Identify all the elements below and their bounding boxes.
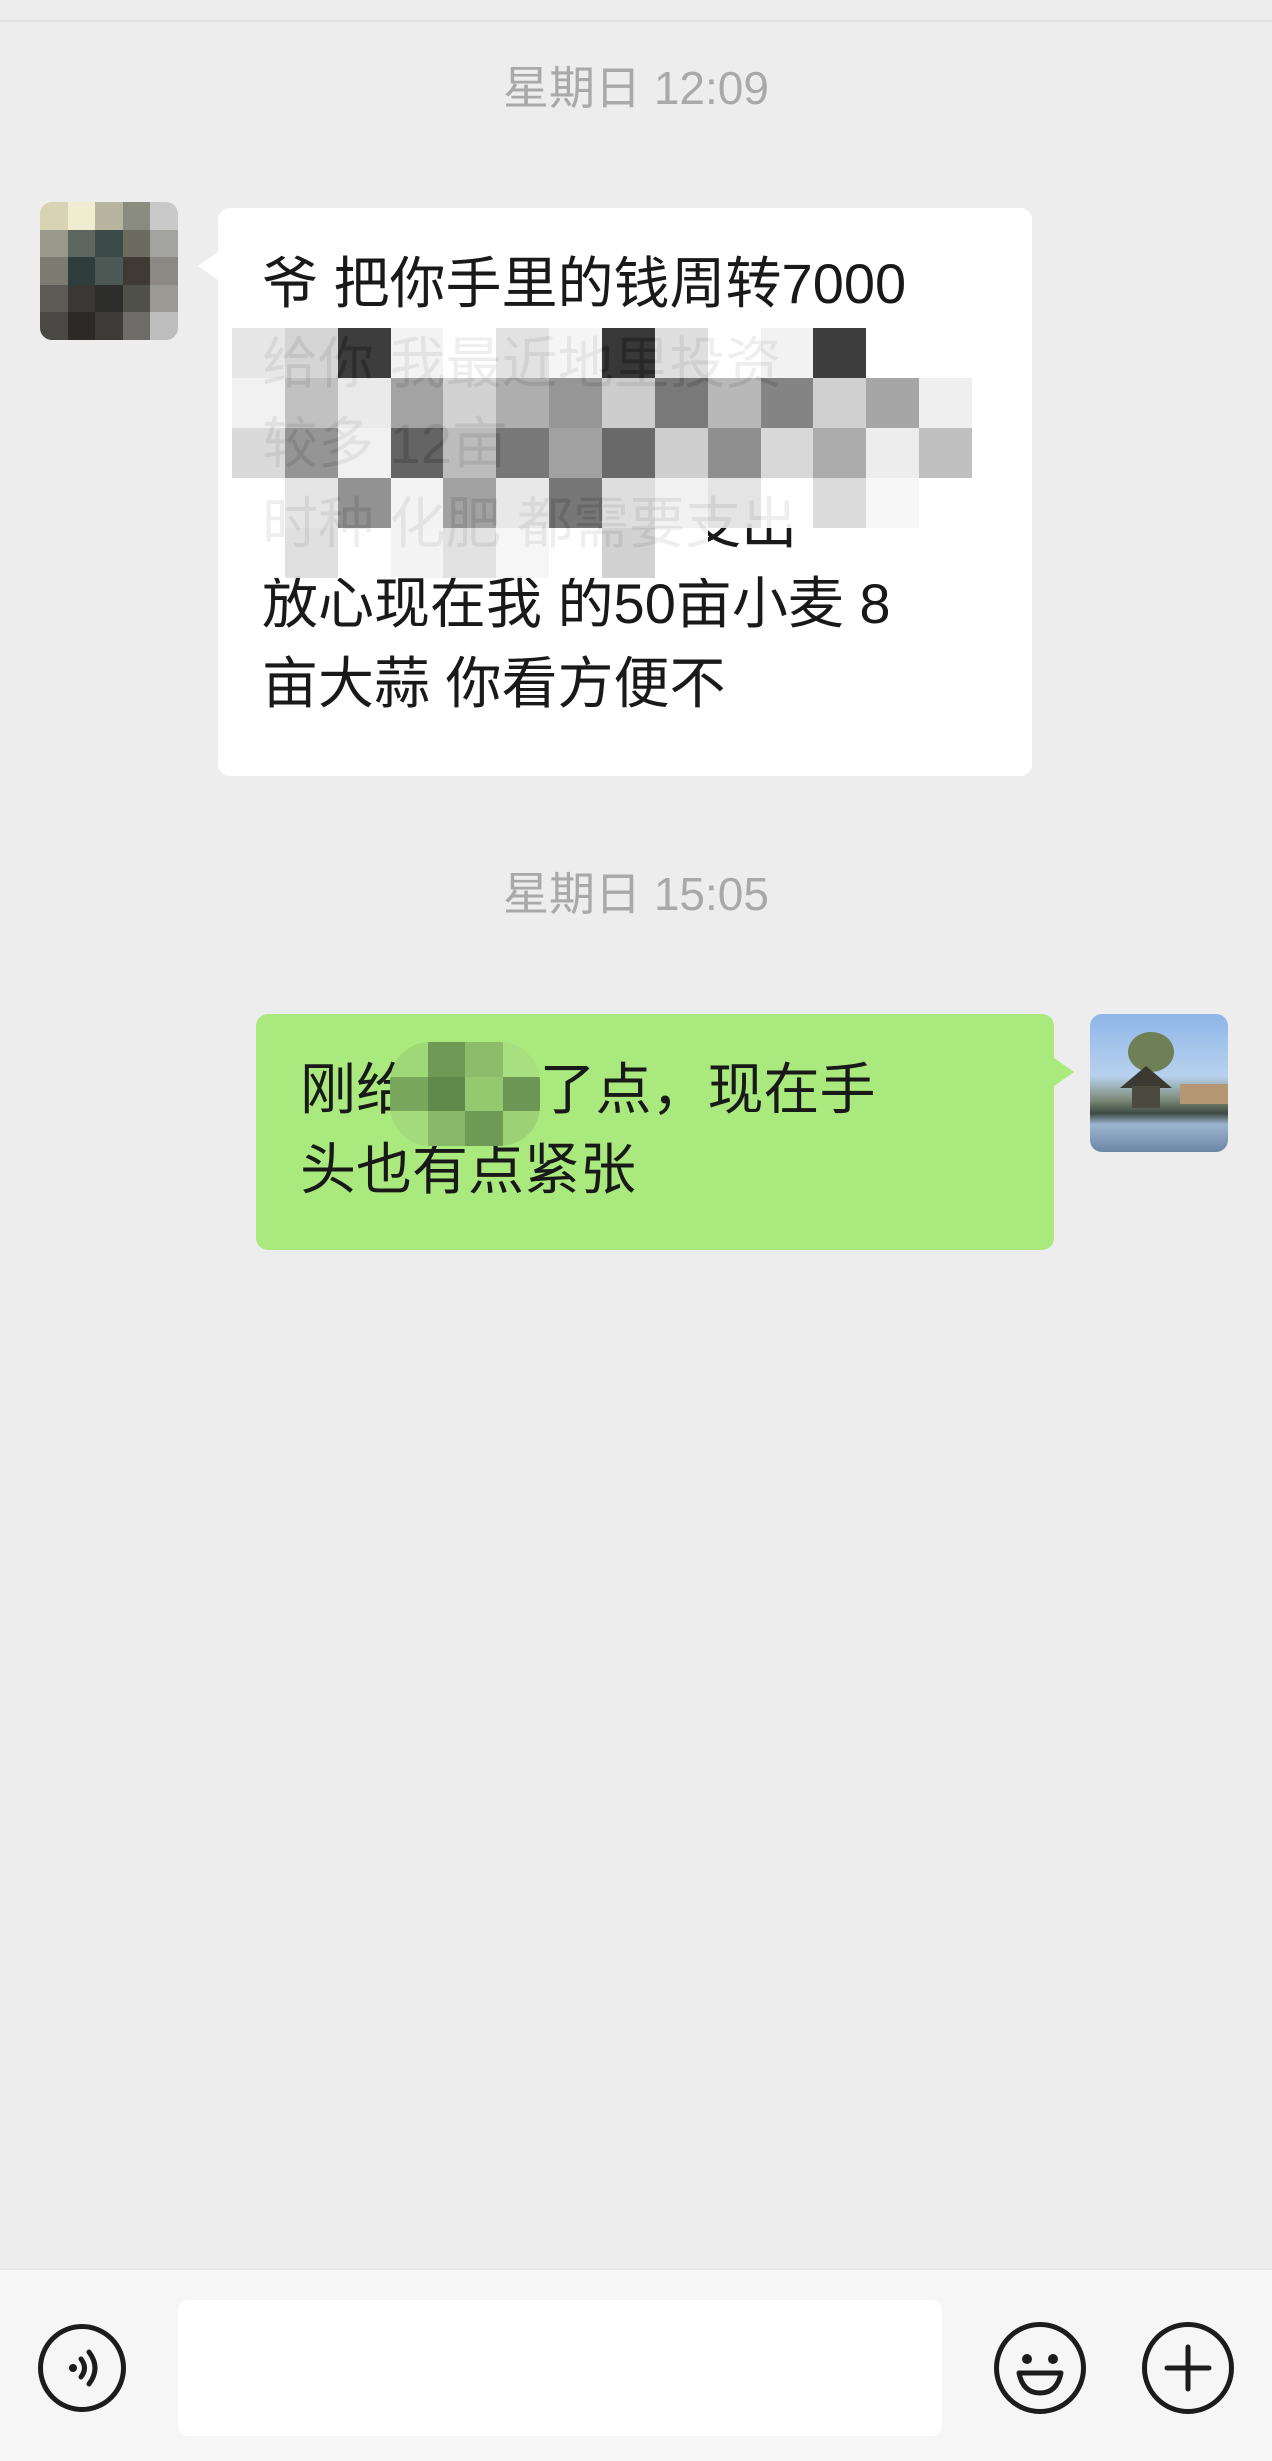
message-line: 给你 我最近地里投资 — [262, 332, 782, 395]
message-timestamp: 星期日 12:09 — [503, 62, 769, 114]
river-bank-shape — [1180, 1084, 1228, 1104]
pavilion-body-shape — [1132, 1086, 1160, 1108]
emoji-icon — [1016, 2354, 1064, 2396]
chat-input-bar — [0, 2268, 1272, 2461]
message-line: 爷 把你手里的钱周转7000 — [262, 252, 907, 315]
pavilion-roof-shape — [1120, 1066, 1172, 1088]
message-line: 亩大蒜 你看方便不 — [262, 652, 726, 715]
more-button[interactable] — [1142, 2322, 1234, 2414]
emoji-button[interactable] — [994, 2322, 1086, 2414]
message-line: 刚给 准备了点，现在手 — [300, 1058, 876, 1121]
message-line: 较多 12亩 — [262, 412, 508, 475]
incoming-message-bubble[interactable]: 爷 把你手里的钱周转7000 给你 我最近地里投资 较多 12亩 时种 化肥 都… — [198, 208, 1032, 776]
voice-icon — [69, 2349, 98, 2387]
message-line: 放心现在我 的50亩小麦 8 — [262, 572, 891, 635]
top-divider — [0, 20, 1272, 22]
message-line: 头也有点紧张 — [300, 1138, 636, 1201]
message-line: 时种 化肥 都需要支出 — [262, 492, 798, 555]
message-timestamp: 星期日 15:05 — [503, 868, 769, 920]
contact-avatar[interactable] — [40, 202, 178, 340]
voice-button[interactable] — [38, 2324, 126, 2412]
my-avatar[interactable] — [1090, 1014, 1228, 1152]
outgoing-message-bubble[interactable]: 刚给 准备了点，现在手 头也有点紧张 — [256, 1014, 1074, 1250]
plus-icon — [1164, 2344, 1212, 2392]
message-input[interactable] — [178, 2300, 942, 2436]
